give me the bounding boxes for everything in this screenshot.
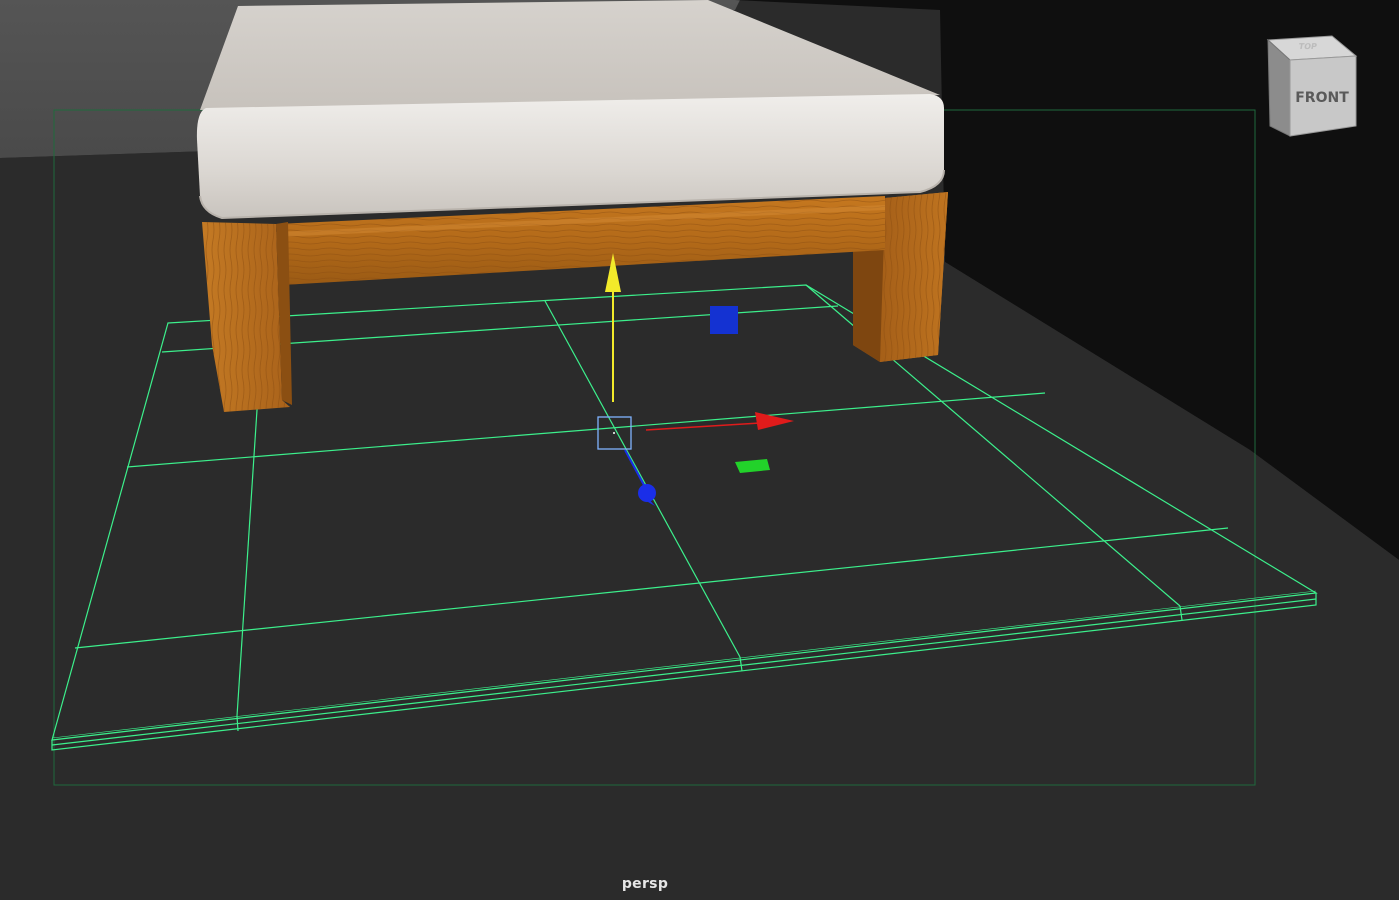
view-cube[interactable]: TOP FRONT (1262, 34, 1362, 140)
manipulator-xy-plane-handle[interactable] (710, 306, 738, 334)
view-cube-top-label: TOP (1298, 42, 1318, 51)
view-cube-front-label: FRONT (1295, 90, 1349, 106)
bed-mattress[interactable] (196, 0, 945, 220)
manipulator-z-handle[interactable] (638, 484, 656, 502)
viewport-persp[interactable]: TOP FRONT persp (0, 0, 1399, 900)
camera-name-label: persp (621, 876, 669, 892)
scene-canvas[interactable] (0, 0, 1399, 900)
